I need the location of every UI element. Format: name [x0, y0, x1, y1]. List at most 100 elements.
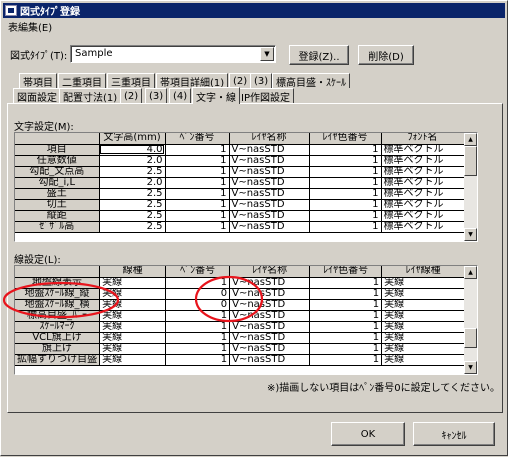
table-cell[interactable]: 実線 — [99, 288, 167, 300]
table-cell[interactable]: 1 — [165, 210, 230, 222]
table-cell[interactable]: 1 — [309, 210, 382, 222]
tab-obi-shousai-3[interactable]: (3) — [250, 73, 273, 88]
table-cell[interactable]: 1 — [165, 177, 230, 189]
table-cell[interactable]: V~nasSTD — [229, 199, 310, 211]
ok-button[interactable]: OK — [331, 422, 405, 446]
table-cell[interactable]: 2.0 — [99, 177, 166, 189]
table-cell[interactable]: 1 — [309, 188, 382, 200]
table-cell[interactable]: 1 — [165, 332, 231, 344]
table-cell[interactable]: 1 — [165, 277, 231, 289]
cancel-button[interactable]: ｷｬﾝｾﾙ — [413, 422, 495, 446]
table-cell[interactable]: 2.0 — [99, 155, 166, 167]
table-cell[interactable]: 1 — [309, 177, 382, 189]
table-cell[interactable]: 2.5 — [99, 210, 166, 222]
table-cell[interactable]: 1 — [309, 155, 382, 167]
tab-obi-shousai-2[interactable]: (2) — [229, 73, 252, 88]
table-cell[interactable]: 実線 — [99, 343, 167, 355]
table-cell[interactable]: 実線 — [99, 321, 167, 333]
table-cell[interactable]: 1 — [309, 310, 383, 322]
tab-haichi-sunpou-3[interactable]: (3) — [145, 88, 168, 103]
tab-hyoukou-scale[interactable]: 標高目盛・ｽｹｰﾙ — [272, 73, 350, 89]
table-cell[interactable]: V~nasSTD — [229, 343, 311, 355]
table-cell[interactable]: 実線 — [381, 321, 466, 333]
table-cell[interactable]: 1 — [309, 277, 383, 289]
table-cell[interactable]: 0 — [165, 288, 231, 300]
scroll-up-icon[interactable]: ▲ — [464, 133, 477, 146]
tab-obi-koumoku[interactable]: 帯項目 — [19, 73, 57, 89]
table-cell[interactable]: V~nasSTD — [229, 288, 311, 300]
table-cell[interactable]: V~nasSTD — [229, 177, 310, 189]
table-cell[interactable]: 標準ベクトル — [381, 221, 465, 233]
table-cell[interactable]: 標準ベクトル — [381, 144, 465, 156]
tab-moji-sen[interactable]: 文字・線 — [192, 87, 240, 104]
table-cell[interactable]: 1 — [165, 166, 230, 178]
table-cell[interactable]: 1 — [309, 332, 383, 344]
table-cell[interactable]: V~nasSTD — [229, 221, 310, 233]
tab-nijuu-koumoku[interactable]: 二重項目 — [58, 73, 106, 89]
table-cell[interactable]: 2.5 — [99, 199, 166, 211]
line-grid-scrollbar[interactable]: ▲ ▼ — [464, 266, 477, 374]
table-cell[interactable]: 1 — [309, 299, 383, 311]
scroll-up-icon[interactable]: ▲ — [464, 266, 477, 279]
table-cell[interactable]: 1 — [165, 310, 231, 322]
table-cell[interactable]: V~nasSTD — [229, 277, 311, 289]
table-cell[interactable]: 1 — [309, 199, 382, 211]
table-cell[interactable]: 標準ベクトル — [381, 199, 465, 211]
text-settings-grid[interactable]: 文字高(mm) ﾍﾟﾝ番号 ﾚｲﾔ名称 ﾚｲﾔ色番号 ﾌｫﾝﾄ名 項目 4.0 1 V~nasS… — [14, 132, 478, 242]
table-cell[interactable]: V~nasSTD — [229, 210, 310, 222]
scroll-thumb[interactable] — [464, 146, 477, 176]
table-cell[interactable]: 1 — [165, 354, 231, 366]
table-cell[interactable]: V~nasSTD — [229, 321, 311, 333]
table-cell[interactable]: 1 — [309, 221, 382, 233]
tab-sanjuu-koumoku[interactable]: 三重項目 — [107, 73, 155, 89]
scroll-down-icon[interactable]: ▼ — [464, 361, 477, 374]
table-cell[interactable]: 1 — [309, 166, 382, 178]
tab-haichi-sunpou-4[interactable]: (4) — [169, 88, 192, 103]
table-cell[interactable]: 実線 — [381, 343, 466, 355]
table-cell[interactable]: 1 — [309, 321, 383, 333]
table-cell[interactable]: 実線 — [99, 332, 167, 344]
table-cell[interactable]: 標準ベクトル — [381, 177, 465, 189]
table-cell[interactable]: 実線 — [381, 288, 466, 300]
delete-button[interactable]: 削除(D) — [358, 45, 414, 65]
table-cell[interactable]: 2.5 — [99, 166, 166, 178]
tab-ip-sakuzu[interactable]: IP作図設定 — [237, 88, 294, 104]
table-cell[interactable]: 2.5 — [99, 221, 166, 233]
table-cell[interactable]: 1 — [165, 321, 231, 333]
table-cell[interactable]: 実線 — [381, 299, 466, 311]
register-button[interactable]: 登録(Z).. — [289, 45, 349, 65]
table-cell[interactable]: 1 — [165, 188, 230, 200]
table-cell[interactable]: V~nasSTD — [229, 155, 310, 167]
scroll-thumb[interactable] — [464, 328, 477, 348]
table-cell[interactable]: 1 — [165, 155, 230, 167]
tab-haichi-sunpou-2[interactable]: (2) — [120, 88, 143, 103]
table-cell[interactable]: V~nasSTD — [229, 332, 311, 344]
table-cell[interactable]: V~nasSTD — [229, 354, 311, 366]
table-cell[interactable]: V~nasSTD — [229, 188, 310, 200]
tab-obi-shousai-1[interactable]: 帯項目詳細(1) — [156, 73, 229, 89]
chevron-down-icon[interactable]: ▼ — [260, 47, 274, 61]
table-cell[interactable]: V~nasSTD — [229, 166, 310, 178]
table-cell[interactable]: 1 — [309, 354, 383, 366]
zushiki-type-select[interactable]: Sample ▼ — [70, 45, 276, 63]
table-cell[interactable]: V~nasSTD — [229, 310, 311, 322]
table-cell[interactable]: 1 — [165, 144, 230, 156]
table-cell[interactable]: 実線 — [99, 277, 167, 289]
table-cell[interactable]: 標準ベクトル — [381, 166, 465, 178]
table-cell[interactable]: 4.0 — [99, 144, 166, 156]
table-cell[interactable]: 実線 — [99, 299, 167, 311]
table-cell[interactable]: 実線 — [381, 277, 466, 289]
table-cell[interactable]: 1 — [309, 288, 383, 300]
table-cell[interactable]: 1 — [165, 343, 231, 355]
table-cell[interactable]: V~nasSTD — [229, 144, 310, 156]
table-cell[interactable]: 0 — [165, 299, 231, 311]
table-cell[interactable]: 2.5 — [99, 188, 166, 200]
tab-zumen-settei[interactable]: 図面設定 — [13, 88, 61, 104]
table-cell[interactable]: 実線 — [381, 354, 466, 366]
table-cell[interactable]: 実線 — [381, 310, 466, 322]
table-cell[interactable]: 1 — [309, 343, 383, 355]
table-cell[interactable]: 標準ベクトル — [381, 210, 465, 222]
table-cell[interactable]: 実線 — [99, 310, 167, 322]
table-cell[interactable]: V~nasSTD — [229, 299, 311, 311]
table-cell[interactable]: 1 — [309, 144, 382, 156]
